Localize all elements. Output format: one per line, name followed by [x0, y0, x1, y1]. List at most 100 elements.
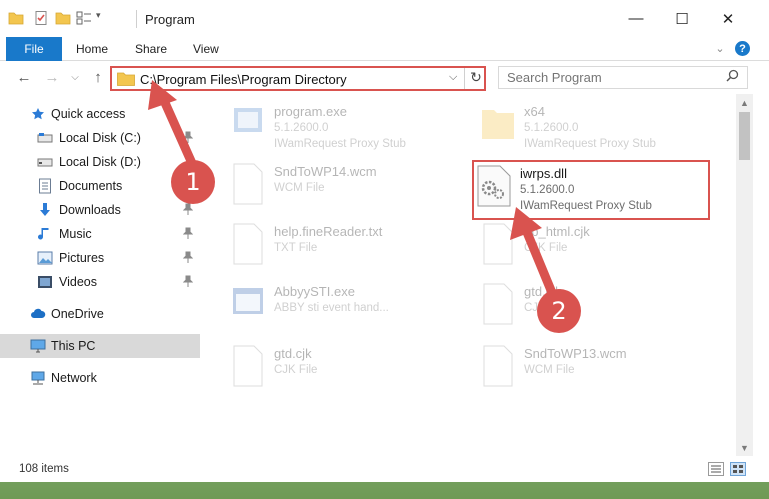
maximize-button[interactable]: ☐ — [659, 0, 705, 37]
videos-icon — [37, 274, 53, 290]
expand-ribbon-icon[interactable]: ⌄ — [713, 42, 727, 56]
file-version: 5.1.2600.0 — [524, 122, 579, 134]
monitor-icon — [30, 338, 46, 354]
forward-button[interactable]: → — [42, 67, 62, 87]
sidebar-item-downloads[interactable]: Downloads — [0, 198, 200, 222]
file-item[interactable]: help.fineReader.txt TXT File — [230, 222, 480, 282]
file-icon — [230, 222, 266, 266]
sidebar-item-quick-access[interactable]: Quick access — [0, 102, 200, 126]
sidebar-item-onedrive[interactable]: OneDrive — [0, 302, 200, 326]
minimize-button[interactable]: — — [613, 0, 659, 37]
file-explorer-window: ▾ Program — ☐ ✕ File Home Share View ⌄ ?… — [0, 0, 769, 482]
file-item[interactable]: x64 5.1.2600.0 IWamRequest Proxy Stub — [480, 102, 730, 162]
properties-icon[interactable] — [33, 10, 49, 26]
scrollbar-thumb[interactable] — [739, 112, 750, 160]
file-icon — [480, 282, 516, 326]
step-badge-1: 1 — [171, 160, 215, 204]
folder-icon — [8, 10, 24, 26]
drive-icon — [37, 154, 53, 170]
folder-icon — [117, 72, 135, 86]
file-item[interactable]: SndToWP13.wcm WCM File — [480, 344, 730, 404]
file-item[interactable]: AbbyySTI.exe ABBY sti event hand... — [230, 282, 480, 342]
tab-share[interactable]: Share — [135, 37, 167, 61]
address-dropdown-icon[interactable]: ⌵ — [449, 71, 457, 84]
window-title: Program — [145, 12, 195, 27]
file-icon — [480, 222, 516, 266]
star-icon — [30, 106, 46, 122]
file-item[interactable]: program.exe 5.1.2600.0 IWamRequest Proxy… — [230, 102, 480, 162]
address-path[interactable]: C:\Program Files\Program Directory — [140, 72, 347, 87]
file-type: CJK File — [274, 364, 318, 376]
exe-icon — [230, 102, 266, 146]
file-type: WCM File — [274, 182, 325, 194]
sidebar-item-label: This PC — [51, 339, 96, 353]
sidebar-item-this-pc[interactable]: This PC — [0, 334, 200, 358]
sidebar-item-label: Quick access — [51, 107, 126, 121]
file-name: gb_html.cjk — [524, 224, 590, 239]
sidebar-item-videos[interactable]: Videos — [0, 270, 200, 294]
recent-locations-button[interactable]: ⌵ — [65, 67, 85, 87]
sidebar-item-pictures[interactable]: Pictures — [0, 246, 200, 270]
file-item[interactable]: SndToWP14.wcm WCM File — [230, 162, 480, 222]
back-button[interactable]: ← — [14, 67, 34, 87]
file-icon — [230, 162, 266, 206]
status-bar: 108 items — [0, 456, 769, 482]
close-button[interactable]: ✕ — [705, 0, 751, 37]
scroll-down-icon[interactable]: ▼ — [736, 439, 753, 456]
file-list: program.exe 5.1.2600.0 IWamRequest Proxy… — [200, 94, 736, 456]
address-row: ← → ⌵ ↑ C:\Program Files\Program Directo… — [0, 61, 769, 94]
details-view-icon[interactable] — [708, 462, 724, 476]
view-options-icon[interactable] — [76, 10, 92, 26]
pin-icon — [182, 131, 194, 146]
file-name: SndToWP14.wcm — [274, 164, 377, 179]
scroll-up-icon[interactable]: ▲ — [736, 94, 753, 111]
file-type: ABBY sti event hand... — [274, 302, 389, 314]
vertical-scrollbar[interactable]: ▲ ▼ — [736, 94, 753, 456]
download-icon — [37, 202, 53, 218]
file-name: help.fineReader.txt — [274, 224, 383, 239]
sidebar-item-music[interactable]: Music — [0, 222, 200, 246]
tab-view[interactable]: View — [193, 37, 219, 61]
sidebar-item-documents[interactable]: Documents — [0, 174, 200, 198]
search-box[interactable] — [498, 66, 748, 89]
item-count: 108 items — [19, 463, 69, 475]
file-item[interactable]: gtd.cjk CJK File — [230, 344, 480, 404]
title-separator — [136, 10, 137, 28]
refresh-icon[interactable]: ↻ — [467, 69, 485, 87]
tab-home[interactable]: Home — [76, 37, 108, 61]
file-type: TXT File — [274, 242, 318, 254]
file-icon — [480, 344, 516, 388]
help-icon[interactable]: ? — [735, 41, 750, 56]
file-item[interactable]: gb_html.cjk CJK File — [480, 222, 730, 282]
folder-icon — [480, 102, 516, 146]
file-name: gtd.cjk — [274, 346, 312, 361]
search-input[interactable] — [499, 67, 719, 88]
documents-icon — [37, 178, 53, 194]
tab-file[interactable]: File — [6, 37, 62, 61]
sidebar-item-label: Videos — [59, 275, 97, 289]
address-bar[interactable]: C:\Program Files\Program Directory ⌵ ↻ — [110, 66, 486, 91]
large-icons-view-icon[interactable] — [730, 462, 746, 476]
sidebar-item-local-disk-c[interactable]: Local Disk (C:) — [0, 126, 200, 150]
sidebar-item-label: Network — [51, 371, 97, 385]
network-icon — [30, 370, 46, 386]
sidebar-item-network[interactable]: Network — [0, 366, 200, 390]
search-icon[interactable] — [726, 69, 739, 85]
new-folder-icon[interactable] — [55, 10, 71, 26]
file-icon — [230, 344, 266, 388]
address-separator — [464, 68, 465, 89]
sidebar-item-local-disk-d[interactable]: Local Disk (D:) — [0, 150, 200, 174]
customize-toolbar-icon[interactable]: ▾ — [96, 10, 112, 26]
cloud-icon — [30, 306, 46, 322]
pin-icon — [182, 203, 194, 218]
sidebar-item-label: OneDrive — [51, 307, 104, 321]
exe-icon — [230, 282, 266, 326]
file-name: x64 — [524, 104, 545, 119]
sidebar-item-label: Local Disk (D:) — [59, 155, 141, 169]
up-button[interactable]: ↑ — [88, 67, 108, 87]
file-item[interactable]: gtd.cjk CJK File — [480, 282, 730, 342]
file-type: WCM File — [524, 364, 575, 376]
file-name: AbbyySTI.exe — [274, 284, 355, 299]
drive-icon — [37, 130, 53, 146]
file-type: CJK File — [524, 242, 568, 254]
